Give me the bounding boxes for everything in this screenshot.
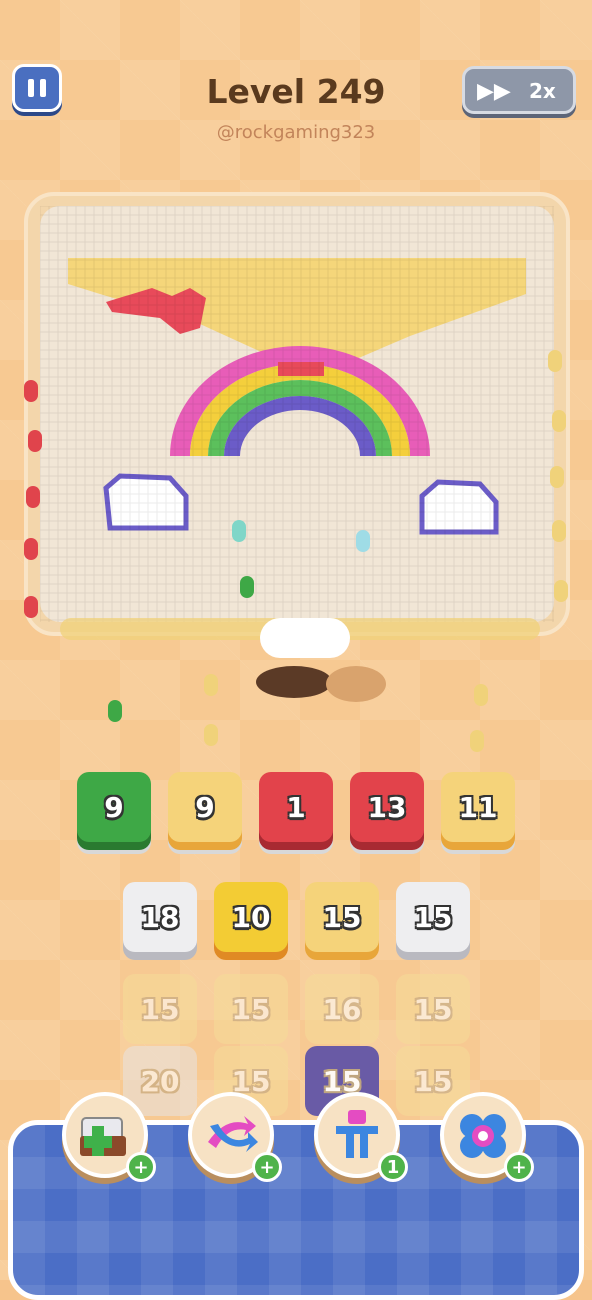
queue-tile[interactable]: 9 [168, 772, 242, 842]
watermark-handle: @rockgaming323 [216, 122, 376, 143]
flower-badge: + [504, 1152, 534, 1182]
grid-tile[interactable]: 18 [123, 882, 197, 952]
speed-label: 2x [529, 79, 556, 103]
queue-tile[interactable]: 13 [350, 772, 424, 842]
rainbow-pixel-art [40, 206, 554, 622]
grid-tile-locked: 15 [214, 974, 288, 1044]
pixel-art-canvas [40, 206, 554, 622]
grid-tile-locked: 16 [305, 974, 379, 1044]
queue-tile[interactable]: 11 [441, 772, 515, 842]
grid-tile[interactable]: 10 [214, 882, 288, 952]
grid-tile[interactable]: 15 [396, 882, 470, 952]
shuffle-badge: + [252, 1152, 282, 1182]
queue-tile[interactable]: 1 [259, 772, 333, 842]
magnet-badge: 1 [378, 1152, 408, 1182]
grid-tile-locked: 15 [123, 974, 197, 1044]
grid-tile-locked: 15 [396, 974, 470, 1044]
queue-tile[interactable]: 9 [77, 772, 151, 842]
grid-tile[interactable]: 15 [305, 882, 379, 952]
speed-button[interactable]: ▶▶ 2x [462, 66, 576, 114]
fast-forward-icon: ▶▶ [477, 79, 511, 104]
add-box-badge: + [126, 1152, 156, 1182]
